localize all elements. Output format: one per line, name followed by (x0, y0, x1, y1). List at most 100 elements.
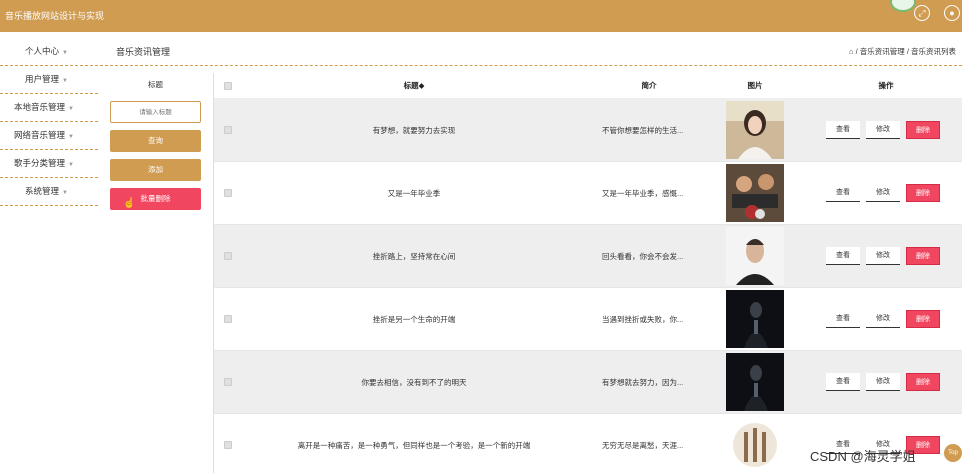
sidebar-item-label: 本地音乐管理 (14, 102, 66, 112)
delete-button[interactable]: 删除 (906, 184, 940, 202)
row-intro: 有梦想就去努力，因为... (602, 377, 684, 387)
back-to-top-button[interactable]: Top (944, 444, 962, 462)
table-row: 有梦想，就要努力去实现 不管你想要怎样的生活... 查看 修改 删除 (214, 99, 962, 162)
add-button[interactable]: 添加 (110, 159, 201, 181)
row-checkbox[interactable] (224, 441, 232, 449)
sidebar-item-system[interactable]: 系统管理 ▼ (0, 178, 98, 206)
table-row: 挫折路上，坚持常在心间 回头看看，你会不会发... 查看 修改 删除 (214, 225, 962, 288)
row-actions: 查看 修改 删除 (826, 99, 946, 161)
data-table: 标题◆ 简介 图片 操作 有梦想，就要努力去实现 不管你想要怎样的生活... 查… (213, 73, 962, 473)
top-header: 音乐播放网站设计与实现 ⤢ ● (0, 0, 962, 32)
edit-button[interactable]: 修改 (866, 121, 900, 139)
home-icon[interactable]: ⌂ (849, 47, 854, 56)
row-checkbox-cell (222, 162, 234, 224)
table-header: 标题◆ 简介 图片 操作 (214, 73, 962, 99)
row-checkbox-cell (222, 351, 234, 413)
row-image-cell (726, 351, 784, 413)
row-image (726, 353, 784, 411)
header-image: 图片 (747, 81, 763, 90)
row-image-cell (726, 288, 784, 350)
delete-button[interactable]: 删除 (906, 247, 940, 265)
sidebar-item-label: 歌手分类管理 (14, 158, 66, 168)
edit-button[interactable]: 修改 (866, 373, 900, 391)
row-title: 又是一年毕业季 (387, 188, 441, 198)
chevron-down-icon: ▼ (62, 190, 68, 196)
chevron-down-icon: ▼ (68, 134, 74, 140)
row-checkbox[interactable] (224, 315, 232, 323)
row-checkbox-cell (222, 225, 234, 287)
select-all-checkbox[interactable] (224, 81, 232, 90)
row-title: 挫折路上，坚持常在心间 (372, 251, 456, 261)
table-row: 又是一年毕业季 又是一年毕业季，感慨... 查看 修改 删除 (214, 162, 962, 225)
header-ops: 操作 (878, 81, 894, 90)
row-title: 有梦想，就要努力去实现 (372, 125, 456, 135)
sidebar-item-personal-center[interactable]: 个人中心 ▼ (0, 38, 98, 66)
expand-icon[interactable]: ⤢ (914, 5, 930, 21)
user-icon[interactable]: ● (944, 5, 960, 21)
query-button[interactable]: 查询 (110, 130, 201, 152)
row-checkbox[interactable] (224, 378, 232, 386)
row-checkbox[interactable] (224, 126, 232, 134)
view-button[interactable]: 查看 (826, 184, 860, 202)
row-image-cell (726, 225, 784, 287)
sidebar-item-users[interactable]: 用户管理 ▼ (0, 66, 98, 94)
view-button[interactable]: 查看 (826, 247, 860, 265)
breadcrumb-bar: 音乐资讯管理 ⌂ / 音乐资讯管理 / 音乐资讯列表 (100, 38, 962, 66)
search-input[interactable] (110, 101, 201, 123)
row-image (726, 101, 784, 159)
delete-button[interactable]: 删除 (906, 310, 940, 328)
header-intro: 简介 (641, 81, 657, 90)
row-intro: 回头看看，你会不会发... (602, 251, 684, 261)
chevron-down-icon: ▼ (62, 50, 68, 56)
row-image (726, 227, 784, 285)
page-title: 音乐资讯管理 (116, 47, 171, 57)
search-label: 标题 (148, 80, 163, 89)
view-button[interactable]: 查看 (826, 121, 860, 139)
row-checkbox-cell (222, 288, 234, 350)
row-intro: 又是一年毕业季，感慨... (602, 188, 684, 198)
row-title: 你要去相信，没有到不了的明天 (361, 377, 467, 387)
row-intro: 无穷无尽是离愁，天涯... (602, 440, 684, 450)
row-actions: 查看 修改 删除 (826, 288, 946, 350)
sidebar-item-singer-category[interactable]: 歌手分类管理 ▼ (0, 150, 98, 178)
delete-button[interactable]: 删除 (906, 373, 940, 391)
view-button[interactable]: 查看 (826, 310, 860, 328)
chevron-down-icon: ▼ (68, 106, 74, 112)
row-checkbox[interactable] (224, 252, 232, 260)
row-image-cell (726, 414, 784, 473)
row-image-cell (726, 162, 784, 224)
row-image (726, 164, 784, 222)
row-image (726, 416, 784, 473)
row-actions: 查看 修改 删除 (826, 351, 946, 413)
sidebar-item-label: 个人中心 (25, 46, 60, 56)
delete-button[interactable]: 删除 (906, 121, 940, 139)
row-title: 离开是一种痛苦，是一种勇气，但同样也是一个考验，是一个新的开端 (297, 440, 531, 450)
edit-button[interactable]: 修改 (866, 184, 900, 202)
table-row: 挫折是另一个生命的开端 当遇到挫折或失败，你... 查看 修改 删除 (214, 288, 962, 351)
row-image (726, 290, 784, 348)
select-all-cell (222, 73, 234, 98)
row-checkbox-cell (222, 414, 234, 473)
watermark: CSDN @海灵学姐 (810, 449, 916, 464)
breadcrumb: ⌂ / 音乐资讯管理 / 音乐资讯列表 (849, 46, 956, 57)
header-title[interactable]: 标题◆ (274, 73, 554, 98)
row-checkbox[interactable] (224, 189, 232, 197)
view-button[interactable]: 查看 (826, 373, 860, 391)
sidebar-item-label: 系统管理 (25, 186, 60, 196)
sidebar: 个人中心 ▼ 用户管理 ▼ 本地音乐管理 ▼ 网络音乐管理 ▼ 歌手分类管理 ▼ 系统管理… (0, 38, 98, 206)
breadcrumb-path[interactable]: / 音乐资讯管理 / 音乐资讯列表 (856, 47, 956, 56)
row-actions: 查看 修改 删除 (826, 162, 946, 224)
sidebar-item-label: 网络音乐管理 (14, 130, 66, 140)
sidebar-item-label: 用户管理 (25, 74, 60, 84)
table-row: 你要去相信，没有到不了的明天 有梦想就去努力，因为... 查看 修改 删除 (214, 351, 962, 414)
batch-delete-button[interactable]: ☝ 批量删除 (110, 188, 201, 210)
edit-button[interactable]: 修改 (866, 310, 900, 328)
row-image-cell (726, 99, 784, 161)
app-title: 音乐播放网站设计与实现 (5, 11, 105, 21)
search-panel: 标题 查询 添加 ☝ 批量删除 (110, 78, 201, 210)
sidebar-item-online-music[interactable]: 网络音乐管理 ▼ (0, 122, 98, 150)
chevron-down-icon: ▼ (68, 162, 74, 168)
row-actions: 查看 修改 删除 (826, 225, 946, 287)
edit-button[interactable]: 修改 (866, 247, 900, 265)
sidebar-item-local-music[interactable]: 本地音乐管理 ▼ (0, 94, 98, 122)
